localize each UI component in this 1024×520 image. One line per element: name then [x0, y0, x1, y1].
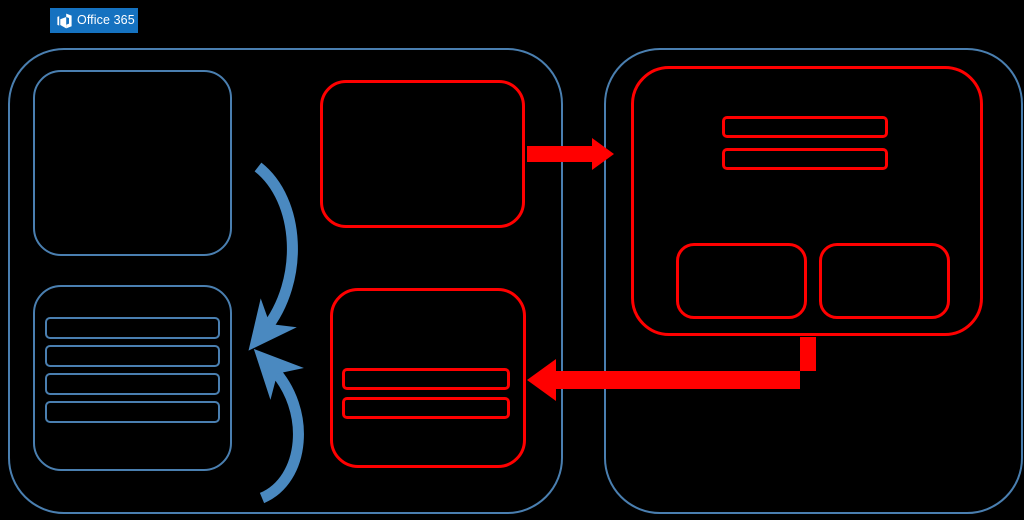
middle-top-box[interactable]	[320, 80, 525, 228]
office-365-label: Office 365	[77, 13, 135, 28]
office-365-badge[interactable]: Office 365	[50, 8, 138, 33]
left-bar-4[interactable]	[45, 401, 220, 423]
left-bar-1[interactable]	[45, 317, 220, 339]
right-sub-box-left[interactable]	[676, 243, 807, 319]
left-bar-3[interactable]	[45, 373, 220, 395]
right-bar-2[interactable]	[722, 148, 888, 170]
left-top-box[interactable]	[33, 70, 232, 256]
right-sub-box-right[interactable]	[819, 243, 950, 319]
middle-bar-1[interactable]	[342, 368, 510, 390]
diagram-canvas: Office 365	[0, 0, 1024, 520]
left-bar-2[interactable]	[45, 345, 220, 367]
middle-bar-2[interactable]	[342, 397, 510, 419]
right-bar-1[interactable]	[722, 116, 888, 138]
office-logo-icon	[57, 13, 72, 28]
